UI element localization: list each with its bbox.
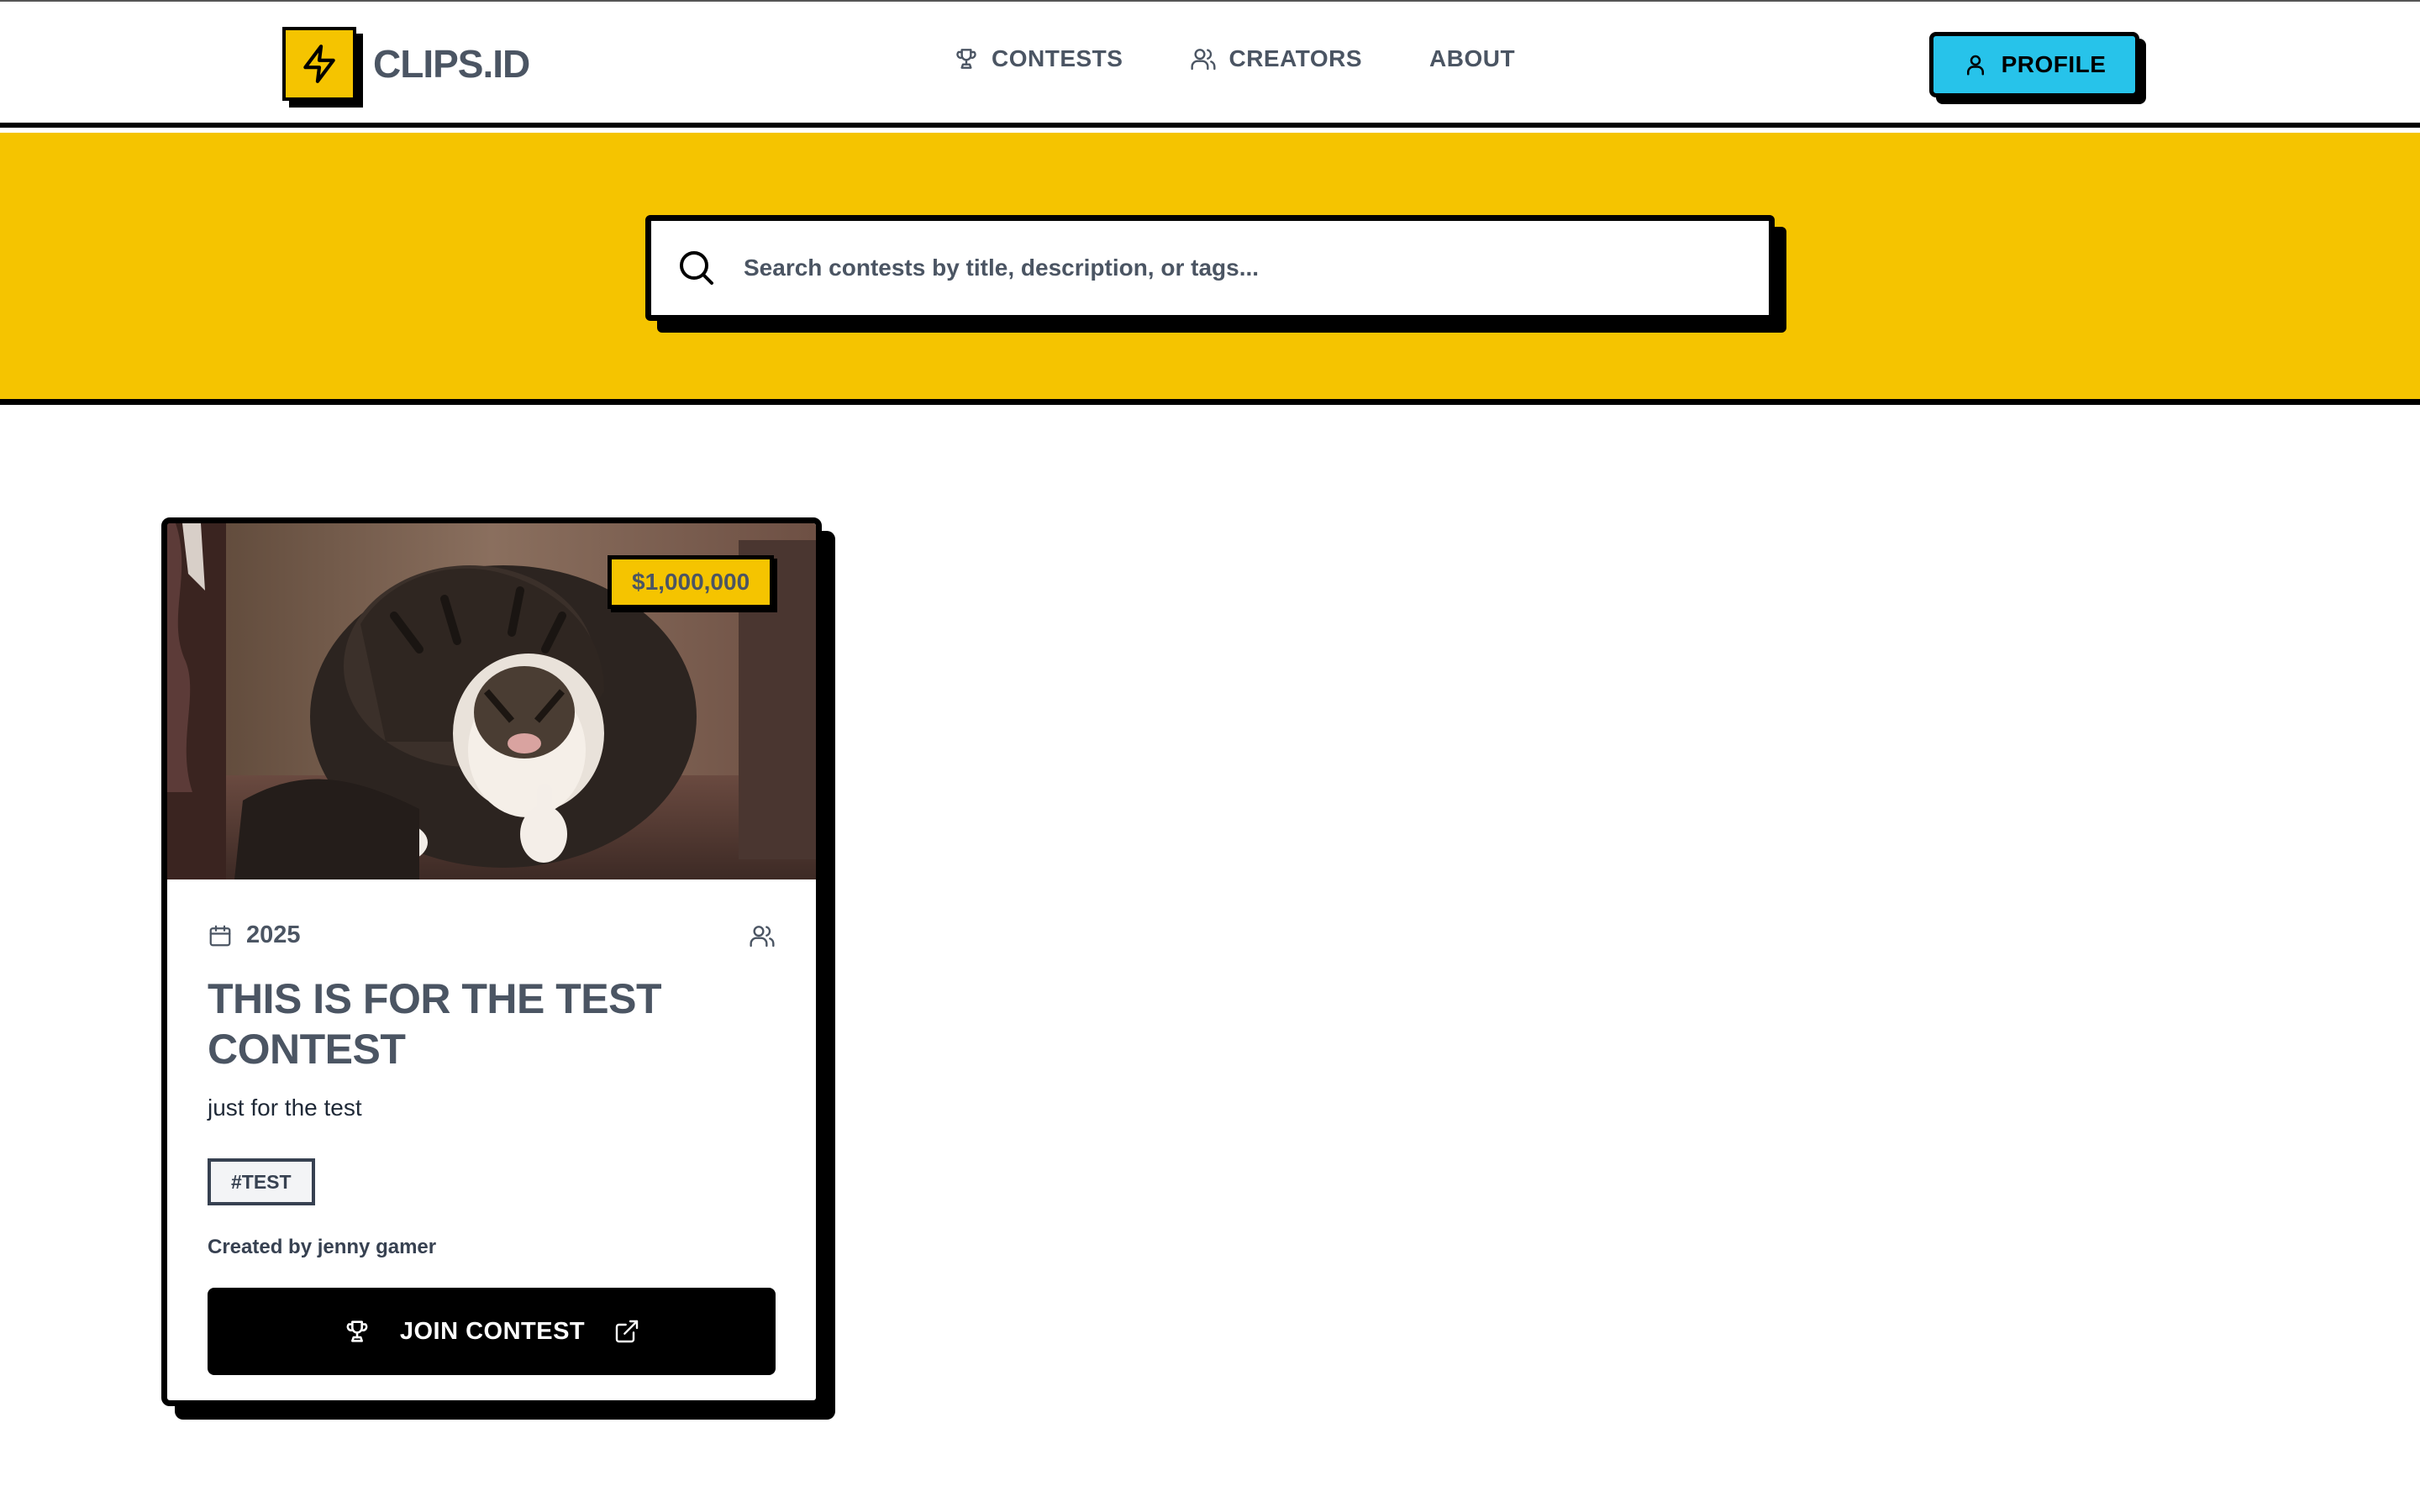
user-icon: [1966, 55, 1984, 76]
nav-item-about[interactable]: ABOUT: [1429, 45, 1515, 72]
main-nav: CONTESTS CREATORS ABOUT: [953, 45, 1582, 72]
external-link-icon: [615, 1320, 639, 1343]
contest-description: just for the test: [208, 1095, 362, 1121]
profile-label: PROFILE: [2001, 51, 2107, 77]
search-icon: [680, 251, 713, 285]
search-input[interactable]: [744, 255, 1710, 281]
brand-name: CLIPS.ID: [373, 42, 530, 86]
trophy-icon: [956, 49, 976, 69]
nav-label-about: ABOUT: [1429, 45, 1516, 71]
contest-tag[interactable]: #TEST: [208, 1158, 315, 1205]
contest-meta: 2025: [208, 921, 776, 949]
lightning-icon: [282, 27, 356, 101]
join-contest-button[interactable]: JOIN CONTEST: [208, 1288, 776, 1375]
search-bar[interactable]: [645, 215, 1775, 321]
calendar-icon: [209, 925, 231, 946]
profile-button[interactable]: PROFILE: [1929, 32, 2139, 97]
contest-card[interactable]: $1,000,000 2025 THIS IS FOR THE TEST CON…: [161, 517, 822, 1406]
join-contest-label: JOIN CONTEST: [399, 1317, 586, 1345]
prize-badge: $1,000,000: [608, 555, 775, 609]
brand-logo[interactable]: CLIPS.ID: [282, 27, 530, 101]
contest-date: 2025: [208, 921, 301, 949]
nav-item-contests[interactable]: CONTESTS: [953, 45, 1123, 72]
search-banner: [0, 133, 2420, 405]
trophy-icon: [346, 1320, 368, 1342]
site-header: CLIPS.ID CONTESTS CREATORS ABOUT PROFILE: [0, 2, 2420, 128]
contest-creator: Created by jenny gamer: [208, 1236, 437, 1258]
contest-year: 2025: [246, 921, 301, 948]
nav-item-creators[interactable]: CREATORS: [1190, 45, 1362, 72]
contest-title: THIS IS FOR THE TEST CONTEST: [208, 975, 662, 1073]
participants-icon[interactable]: [749, 922, 776, 949]
users-icon: [1191, 49, 1217, 71]
nav-label-creators: CREATORS: [1228, 45, 1363, 71]
nav-label-contests: CONTESTS: [992, 45, 1123, 71]
